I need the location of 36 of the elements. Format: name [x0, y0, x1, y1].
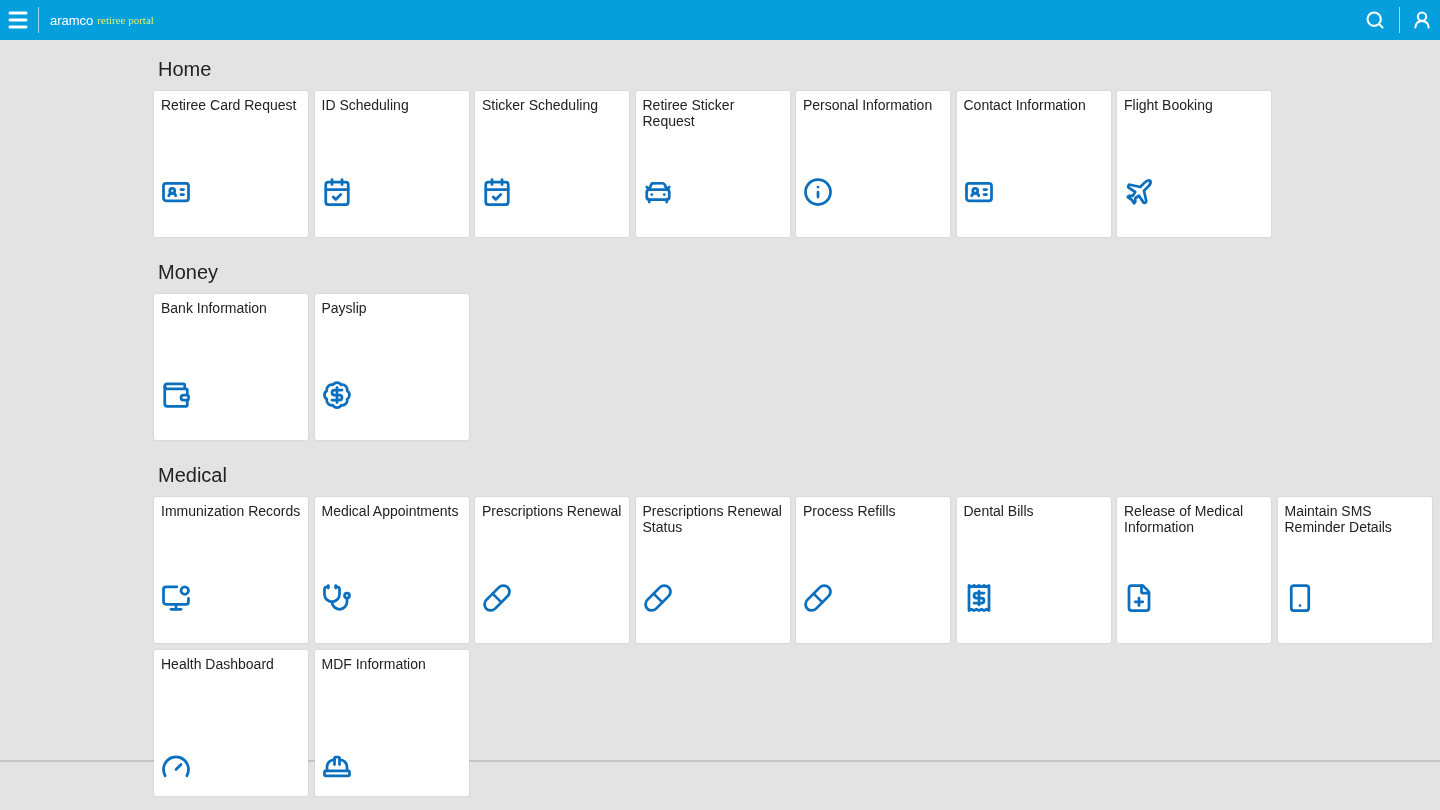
- app-tile[interactable]: Medical Appointments: [314, 497, 469, 643]
- search-icon: [1365, 10, 1385, 30]
- app-tile[interactable]: Health Dashboard: [154, 650, 308, 796]
- stethoscope-icon: [321, 583, 352, 613]
- plane-icon: [1124, 177, 1154, 207]
- info-icon: [803, 177, 833, 207]
- app-tile[interactable]: Prescriptions Renewal: [475, 497, 629, 643]
- app-tile[interactable]: Maintain SMS Reminder Details: [1277, 497, 1432, 643]
- pill-icon: [482, 583, 512, 613]
- app-tile[interactable]: ID Scheduling: [314, 91, 469, 237]
- wallet-icon: [161, 380, 191, 410]
- app-tile[interactable]: Payslip: [314, 294, 469, 440]
- pill-icon: [642, 583, 673, 613]
- app-tile[interactable]: MDF Information: [314, 650, 469, 796]
- section-title: Medical: [158, 464, 228, 487]
- app-tile[interactable]: Dental Bills: [956, 497, 1111, 643]
- pill-icon: [803, 583, 833, 613]
- section-title: Home: [158, 58, 213, 81]
- dollar-icon: [321, 380, 352, 410]
- app-tile[interactable]: Prescriptions Renewal Status: [635, 497, 790, 643]
- app-tile[interactable]: Personal Information: [796, 91, 950, 237]
- calendar-check-icon: [321, 177, 352, 207]
- app-tile[interactable]: Retiree Sticker Request: [635, 91, 790, 237]
- portal-subtitle: retiree portal: [97, 14, 154, 26]
- app-tile[interactable]: Release of Medical Information: [1117, 497, 1271, 643]
- app-tile[interactable]: Contact Information: [956, 91, 1111, 237]
- app-tile[interactable]: Bank Information: [154, 294, 308, 440]
- calendar-check-icon: [482, 177, 512, 207]
- user-icon: [1412, 10, 1432, 30]
- section-title: Money: [158, 261, 220, 284]
- brand-name: aramco: [50, 12, 94, 28]
- app-tile[interactable]: Flight Booking: [1117, 91, 1271, 237]
- app-tile[interactable]: Sticker Scheduling: [475, 91, 629, 237]
- app-tile[interactable]: Process Refills: [796, 497, 950, 643]
- app-tile[interactable]: Immunization Records: [154, 497, 308, 643]
- app-tile[interactable]: Retiree Card Request: [154, 91, 308, 237]
